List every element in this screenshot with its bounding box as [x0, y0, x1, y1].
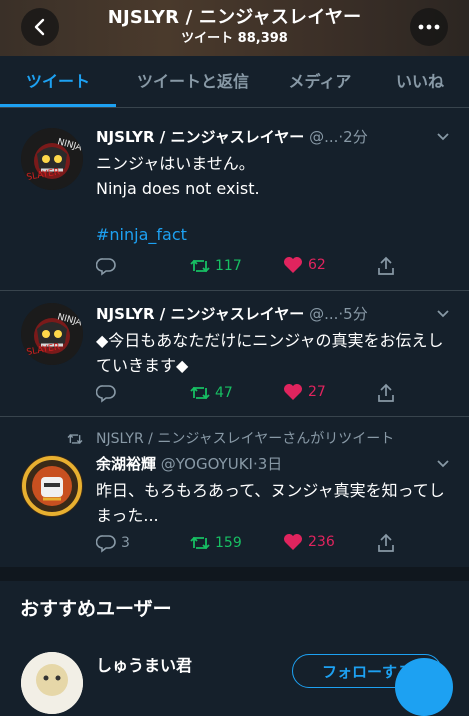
hashtag-link[interactable]: #ninja_fact	[96, 222, 451, 247]
tab-tweets[interactable]: ツイート	[0, 56, 116, 107]
tweet-header: NJSLYR / ニンジャスレイヤー @...·5分	[96, 303, 368, 324]
tweet-time: 5分	[343, 305, 368, 323]
retweet-count: 47	[215, 385, 233, 401]
chevron-down-icon[interactable]	[436, 132, 450, 142]
avatar[interactable]	[21, 455, 83, 517]
heart-icon	[284, 257, 302, 273]
author-handle: @...	[309, 128, 339, 146]
active-tab-indicator	[0, 104, 116, 107]
avatar[interactable]	[21, 652, 83, 714]
author-name[interactable]: NJSLYR / ニンジャスレイヤー	[96, 128, 304, 146]
tweet-header: NJSLYR / ニンジャスレイヤー @...·2分	[96, 126, 368, 147]
tweet-time: 2分	[343, 128, 368, 146]
section-divider	[0, 567, 469, 581]
author-handle: @YOGOYUKI	[160, 455, 253, 473]
author-name[interactable]: 余湖裕輝	[96, 455, 156, 473]
compose-tweet-button[interactable]	[395, 658, 453, 716]
profile-tabs: ツイート ツイートと返信 メディア いいね	[0, 56, 469, 108]
tweet-text: ニンジャはいません。 Ninja does not exist.	[96, 154, 260, 198]
recommended-user-name[interactable]: しゅうまい君	[96, 652, 192, 676]
share-icon	[378, 383, 394, 402]
share-button[interactable]	[376, 256, 396, 276]
reply-icon	[96, 258, 116, 276]
like-count: 236	[308, 534, 335, 550]
like-button[interactable]: 27	[283, 383, 326, 401]
reply-icon	[96, 385, 116, 403]
chevron-down-icon[interactable]	[436, 309, 450, 319]
heart-icon	[284, 534, 302, 550]
reply-button[interactable]: 3	[96, 533, 130, 553]
like-button[interactable]: 236	[283, 533, 335, 551]
heart-icon	[284, 384, 302, 400]
tweet[interactable]: NINJA SLAYER NJSLYR / ニンジャスレイヤー @...·2分 …	[0, 108, 469, 291]
tweet[interactable]: NINJA SLAYER NJSLYR / ニンジャスレイヤー @...·5分 …	[0, 291, 469, 417]
tweet-text: 昨日、もろもろあって、ヌンジャ真実を知ってしまった...	[96, 481, 445, 525]
retweet-button[interactable]: 159	[189, 533, 242, 553]
like-button[interactable]: 62	[283, 256, 326, 274]
tab-media[interactable]: メディア	[272, 56, 368, 107]
more-dots-icon	[418, 24, 440, 30]
tab-tweets-and-replies[interactable]: ツイートと返信	[118, 56, 268, 107]
like-count: 62	[308, 257, 326, 273]
tweet-count: ツイート 88,398	[181, 31, 288, 46]
tab-likes[interactable]: いいね	[380, 56, 460, 107]
like-count: 27	[308, 384, 326, 400]
tweet-time: 3日	[257, 455, 283, 473]
recommended-users-title: おすすめユーザー	[20, 598, 172, 620]
header-title: NJSLYR / ニンジャスレイヤー	[107, 7, 362, 28]
share-icon	[378, 533, 394, 552]
tweet-text: ◆今日もあなただけにニンジャの真実をお伝えしていきます◆	[96, 331, 444, 375]
share-button[interactable]	[376, 383, 396, 403]
retweet-count: 159	[215, 535, 242, 551]
retweet-count: 117	[215, 258, 242, 274]
tweet[interactable]: 余湖裕輝 @YOGOYUKI·3日 昨日、もろもろあって、ヌンジャ真実を知ってし…	[0, 417, 469, 567]
profile-header: NJSLYR / ニンジャスレイヤー ツイート 88,398	[0, 0, 469, 56]
tweet-header: 余湖裕輝 @YOGOYUKI·3日	[96, 453, 282, 474]
retweet-button[interactable]: 47	[189, 383, 233, 403]
retweet-button[interactable]: 117	[189, 256, 242, 276]
author-handle: @...	[309, 305, 339, 323]
reply-icon	[96, 535, 116, 553]
share-button[interactable]	[376, 533, 396, 553]
retweet-icon	[190, 536, 210, 550]
retweet-icon	[190, 386, 210, 400]
share-icon	[378, 256, 394, 275]
reply-button[interactable]	[96, 256, 116, 276]
chevron-down-icon[interactable]	[436, 459, 450, 469]
avatar[interactable]: NINJA SLAYER	[21, 128, 83, 190]
avatar[interactable]: NINJA SLAYER	[21, 303, 83, 365]
retweet-icon	[190, 259, 210, 273]
author-name[interactable]: NJSLYR / ニンジャスレイヤー	[96, 305, 304, 323]
reply-count: 3	[121, 535, 130, 551]
more-button[interactable]	[410, 8, 448, 46]
reply-button[interactable]	[96, 383, 116, 403]
